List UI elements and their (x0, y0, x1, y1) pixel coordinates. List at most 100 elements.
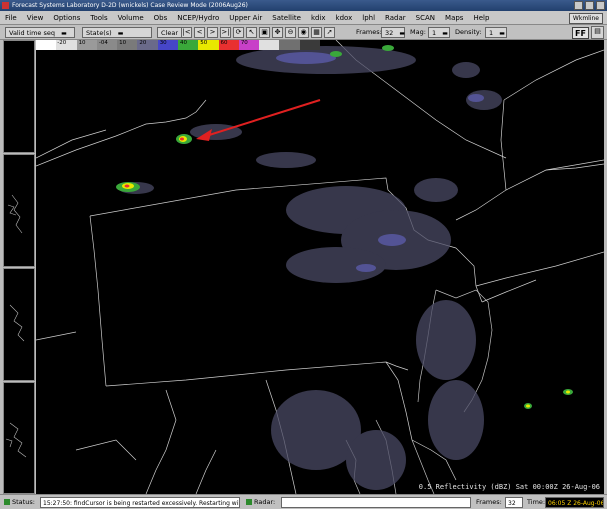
window-title: Forecast Systems Laboratory D-2D (wnicke… (12, 2, 248, 9)
colorbar-segment: 40 (177, 40, 199, 50)
colorbar-label: -04 (98, 40, 108, 46)
toolbar: Valid time seq ▬ State(s) ▬ Clear |< < >… (0, 25, 607, 40)
colorbar-segment (36, 40, 57, 50)
product-label: 0.5 Reflectivity (dBZ) Sat 00:00Z 26-Aug… (418, 483, 600, 491)
status-bar: Status: 15:27:50: findCursor is being re… (0, 494, 607, 509)
app-icon (2, 2, 9, 9)
thumbnail-map (9, 304, 25, 342)
clear-button[interactable]: Clear (157, 27, 182, 38)
radar-map-display[interactable]: 0.5 Reflectivity (dBZ) Sat 00:00Z 26-Aug… (36, 40, 604, 494)
colorbar-label: 30 (159, 40, 167, 46)
menu-help[interactable]: Help (473, 14, 489, 22)
menu-bar: File View Options Tools Volume Obs NCEP/… (0, 11, 607, 25)
colorbar-segment: 30 (157, 40, 178, 50)
colorbar-label: 40 (179, 40, 187, 46)
frames-status-value: 32 (505, 497, 523, 508)
colorbar-segment: 20 (137, 40, 158, 50)
menu-kdix[interactable]: kdix (311, 14, 326, 22)
dropdown-arrow-icon: ▬ (499, 30, 505, 37)
colorbar-label: 70 (240, 40, 248, 46)
wm-button[interactable]: Wkmline (568, 13, 603, 24)
time-sequence-value: Valid time seq (9, 29, 55, 37)
time-status-value: 06:05 Z 26-Aug-06 (545, 497, 604, 508)
mag-value: 1 (432, 29, 437, 37)
radar-field (281, 497, 471, 508)
menu-file[interactable]: File (5, 14, 17, 22)
menu-options[interactable]: Options (53, 14, 80, 22)
radar-map (36, 40, 604, 494)
palette-icon[interactable]: ▦ (311, 27, 322, 38)
dropdown-arrow-icon: ▬ (442, 30, 448, 37)
density-label: Density: (455, 28, 482, 36)
density-dropdown[interactable]: 1 ▬ (485, 27, 507, 38)
menu-ncep-hydro[interactable]: NCEP/Hydro (177, 14, 219, 22)
menu-lphl[interactable]: lphl (362, 14, 375, 22)
pan-icon[interactable]: ✥ (272, 27, 283, 38)
colorbar-segment: 10 (117, 40, 138, 50)
colorbar-segment: 70 (238, 40, 260, 50)
panel-toggle-icon[interactable]: ▤ (591, 26, 604, 39)
colorbar-segment: -04 (96, 40, 118, 50)
thumbnail-panel-1[interactable] (3, 40, 35, 153)
pointer-icon[interactable]: ↖ (246, 27, 257, 38)
frames-label: Frames: (356, 28, 382, 36)
colorbar-label: 50 (200, 40, 208, 46)
menu-satellite[interactable]: Satellite (272, 14, 301, 22)
step-forward-icon[interactable]: > (207, 27, 218, 38)
area-dropdown[interactable]: State(s) ▬ (82, 27, 152, 38)
sample-icon[interactable]: ◉ (298, 27, 309, 38)
area-value: State(s) (86, 29, 112, 37)
thumbnail-panel-3[interactable] (3, 268, 35, 381)
status-message[interactable]: 15:27:50: findCursor is being restarted … (40, 497, 240, 508)
dropdown-arrow-icon: ▬ (61, 30, 67, 37)
step-back-icon[interactable]: < (194, 27, 205, 38)
frames-dropdown[interactable]: 32 ▬ (381, 27, 405, 38)
time-sequence-dropdown[interactable]: Valid time seq ▬ (5, 27, 75, 38)
colorbar-segment (299, 40, 320, 50)
reflectivity-colorbar: -20 10 -04 10 20 30 40 50 60 70 (36, 40, 320, 50)
frames-status-label: Frames: (476, 498, 502, 506)
last-frame-icon[interactable]: >| (220, 27, 231, 38)
status-label: Status: (4, 497, 35, 508)
minimize-button[interactable] (574, 1, 583, 10)
menu-maps[interactable]: Maps (445, 14, 463, 22)
colorbar-label: 10 (119, 40, 127, 46)
frames-value: 32 (385, 29, 394, 37)
thumbnail-map (5, 422, 27, 458)
colorbar-segment: 50 (198, 40, 219, 50)
colorbar-label: 10 (78, 40, 86, 46)
status-led-icon (4, 499, 10, 505)
menu-upper-air[interactable]: Upper Air (229, 14, 262, 22)
colorbar-label: 20 (139, 40, 147, 46)
menu-view[interactable]: View (27, 14, 44, 22)
zoom-box-icon[interactable]: ▣ (259, 27, 270, 38)
window-title-bar[interactable]: Forecast Systems Laboratory D-2D (wnicke… (0, 0, 607, 11)
colorbar-segment: -20 (56, 40, 77, 50)
zoom-out-icon[interactable]: ⊖ (285, 27, 296, 38)
menu-kdox[interactable]: kdox (336, 14, 353, 22)
mag-label: Mag: (410, 28, 426, 36)
colorbar-segment: 10 (76, 40, 97, 50)
menu-scan[interactable]: SCAN (416, 14, 435, 22)
thumbnail-panel-4[interactable] (3, 382, 35, 494)
menu-tools[interactable]: Tools (90, 14, 107, 22)
menu-radar[interactable]: Radar (385, 14, 406, 22)
menu-obs[interactable]: Obs (154, 14, 168, 22)
menu-volume[interactable]: Volume (118, 14, 144, 22)
thumbnail-map (7, 194, 23, 234)
arrow-tool-icon[interactable]: ➚ (324, 27, 335, 38)
first-frame-icon[interactable]: |< (181, 27, 192, 38)
colorbar-segment (259, 40, 280, 50)
loop-icon[interactable]: ⟳ (233, 27, 244, 38)
thumbnail-panel-2[interactable] (3, 154, 35, 267)
precip-stratiform (118, 46, 502, 490)
fast-forward-button[interactable]: FF (572, 27, 589, 39)
mag-dropdown[interactable]: 1 ▬ (428, 27, 450, 38)
dropdown-arrow-icon: ▬ (117, 30, 124, 37)
time-status-label: Time: (527, 498, 546, 506)
close-button[interactable] (596, 1, 605, 10)
density-value: 1 (489, 29, 494, 37)
maximize-button[interactable] (585, 1, 594, 10)
colorbar-label: -20 (57, 40, 67, 46)
radar-led-icon (246, 499, 252, 505)
